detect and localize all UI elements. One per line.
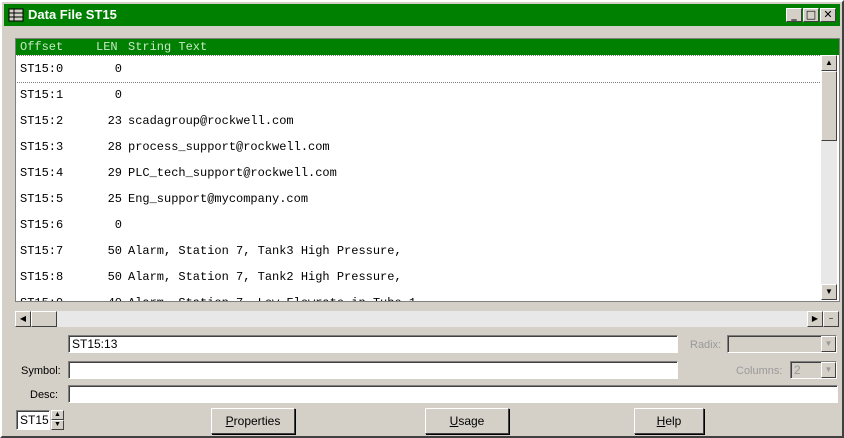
properties-label: roperties [233,414,281,428]
usage-button[interactable]: Usage [425,408,509,434]
cell-string-text[interactable]: process_support@rockwell.com [128,134,330,160]
scroll-left-icon[interactable]: ◀ [15,311,31,327]
cell-len[interactable]: 0 [96,82,122,108]
symbol-label: Symbol: [21,365,61,377]
column-header-len[interactable]: LEN [96,39,118,55]
cell-offset[interactable]: ST15:9 [20,290,63,301]
table-row[interactable]: ST15:8 50 Alarm, Station 7, Tank2 High Pre… [16,264,821,290]
cell-len[interactable]: 0 [96,56,122,82]
data-table-icon [8,8,24,22]
cell-string-text[interactable]: Alarm, Station 7, Low Flowrate in Tube 1 [128,290,416,301]
scroll-right-icon[interactable]: ▶ [807,311,823,327]
cell-len[interactable]: 23 [96,108,122,134]
table-row[interactable]: ST15:6 0 [16,212,821,238]
cell-offset[interactable]: ST15:4 [20,160,63,186]
cell-len[interactable]: 29 [96,160,122,186]
minimize-button[interactable]: _ [786,8,802,22]
cell-offset[interactable]: ST15:2 [20,108,63,134]
cell-string-text[interactable]: Alarm, Station 7, Tank3 High Pressure, [128,238,402,264]
cell-string-text[interactable]: PLC_tech_support@rockwell.com [128,160,337,186]
close-button[interactable]: ✕ [820,8,836,22]
cell-offset[interactable]: ST15:5 [20,186,63,212]
table-row[interactable]: ST15:0 0 [16,55,822,83]
usage-accel: U [449,414,459,428]
cell-offset[interactable]: ST15:1 [20,82,63,108]
columns-dropdown-icon[interactable]: ▼ [821,362,836,378]
table-row[interactable]: ST15:2 23 scadagroup@rockwell.com [16,108,821,134]
scroll-down-icon[interactable]: ▼ [821,284,837,300]
cell-string-text[interactable]: Eng_support@mycompany.com [128,186,308,212]
table-header: Offset LEN String Text [16,39,839,55]
column-header-offset[interactable]: Offset [20,39,63,55]
spin-up-icon[interactable]: ▲ [51,410,64,420]
desc-label: Desc: [30,389,59,401]
table-row[interactable]: ST15:9 40 Alarm, Station 7, Low Flowrate i… [16,290,821,301]
description-field[interactable] [68,385,838,403]
maximize-button[interactable]: □ [803,8,819,22]
column-header-string-text[interactable]: String Text [128,39,207,55]
table-row[interactable]: ST15:3 28 process_support@rockwell.com [16,134,821,160]
help-label: elp [665,414,682,428]
cell-len[interactable]: 25 [96,186,122,212]
string-data-table[interactable]: Offset LEN String Text ST15:0 0 ST15:1 0 ST1… [15,38,840,302]
cell-len[interactable]: 40 [96,290,122,301]
split-pane-icon[interactable]: − [823,311,839,327]
table-row[interactable]: ST15:7 50 Alarm, Station 7, Tank3 High Pre… [16,238,821,264]
cell-offset[interactable]: ST15:7 [20,238,63,264]
title-bar[interactable]: Data File ST15 _ □ ✕ [4,4,840,26]
horizontal-scroll-thumb[interactable] [31,311,57,327]
properties-accel: P [225,414,234,428]
cell-len[interactable]: 0 [96,212,122,238]
columns-label: Columns: [736,365,783,377]
symbol-field[interactable] [68,361,678,379]
window-title: Data File ST15 [28,7,117,22]
cell-offset[interactable]: ST15:3 [20,134,63,160]
cell-offset[interactable]: ST15:8 [20,264,63,290]
scroll-up-icon[interactable]: ▲ [821,55,837,71]
address-field[interactable]: ST15:13 [68,335,678,353]
horizontal-scrollbar[interactable]: ◀ ▶ [15,311,823,327]
radix-label: Radix: [690,339,722,351]
cell-len[interactable]: 28 [96,134,122,160]
cell-len[interactable]: 50 [96,264,122,290]
vertical-scroll-thumb[interactable] [821,71,837,141]
cell-string-text[interactable]: Alarm, Station 7, Tank2 High Pressure, [128,264,402,290]
cell-offset[interactable]: ST15:6 [20,212,63,238]
cell-string-text[interactable]: scadagroup@rockwell.com [128,108,294,134]
vertical-scrollbar[interactable]: ▲ ▼ [821,55,837,300]
table-row[interactable]: ST15:5 25 Eng_support@mycompany.com [16,186,821,212]
usage-label: sage [458,414,485,428]
cell-len[interactable]: 50 [96,238,122,264]
cell-offset[interactable]: ST15:0 [20,56,63,82]
file-selector-field[interactable]: ST15 [16,410,50,430]
data-file-window: Data File ST15 _ □ ✕ Offset LEN String T… [0,0,844,438]
properties-button[interactable]: Properties [211,408,295,434]
table-row[interactable]: ST15:1 0 [16,82,821,108]
help-button[interactable]: Help [634,408,704,434]
table-row[interactable]: ST15:4 29 PLC_tech_support@rockwell.com [16,160,821,186]
radix-dropdown-icon[interactable]: ▼ [821,336,836,352]
spin-down-icon[interactable]: ▼ [51,420,64,430]
